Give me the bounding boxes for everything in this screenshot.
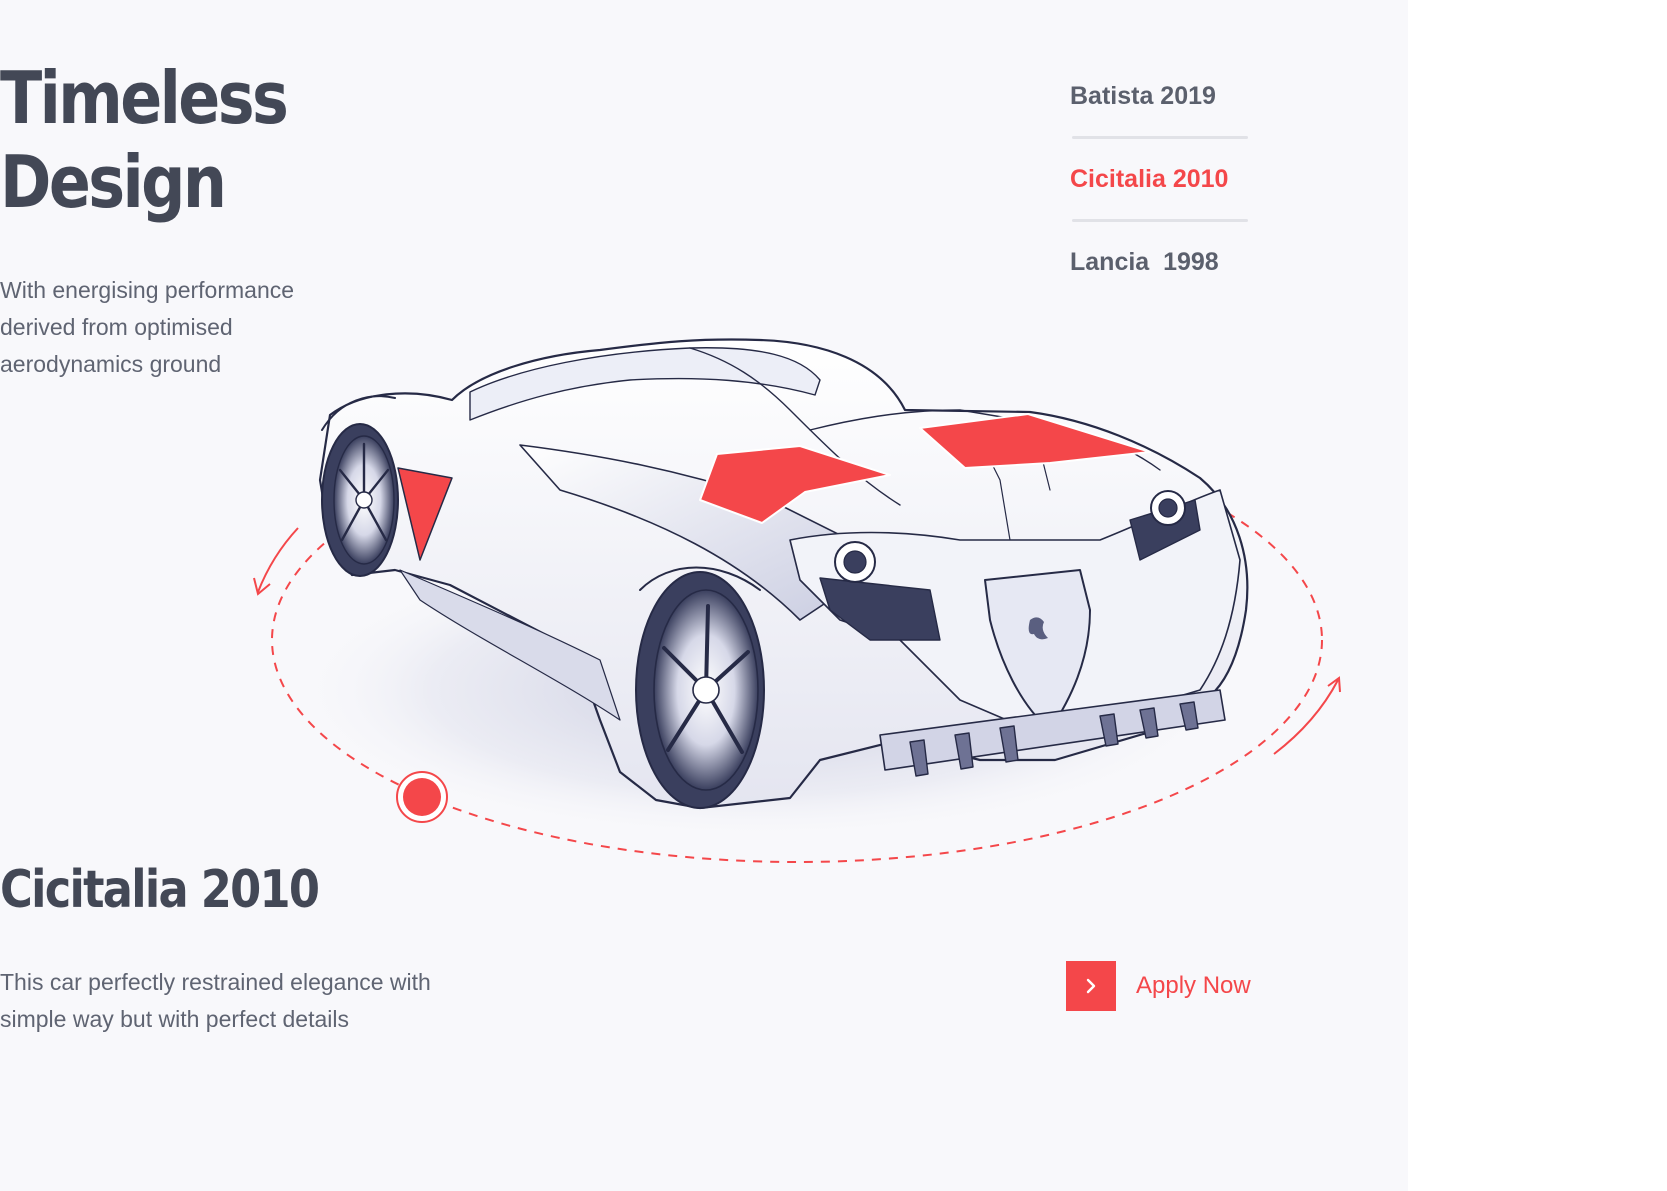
model-option-cicitalia-2010[interactable]: Cicitalia 2010 — [1070, 139, 1248, 219]
showcase-panel: Timeless Design With energising performa… — [0, 0, 1408, 1191]
rotate-left-arrow-icon[interactable] — [253, 527, 299, 596]
selected-model-name: Cicitalia 2010 — [0, 860, 320, 920]
chevron-right-icon — [1086, 978, 1096, 994]
orbit-position-marker[interactable] — [396, 771, 448, 823]
model-option-lancia-1998[interactable]: Lancia 1998 — [1070, 222, 1248, 302]
hero-description: With energising performance derived from… — [0, 277, 295, 377]
rotate-right-arrow-icon[interactable] — [1273, 676, 1341, 755]
model-option-batista-2019[interactable]: Batista 2019 — [1070, 56, 1248, 136]
hero-title-line-2: Design — [0, 140, 227, 224]
selected-model-description: This car perfectly restrained elegance w… — [0, 969, 431, 1032]
car-illustration — [318, 338, 1249, 810]
hero-title-line-1: Timeless — [0, 56, 289, 140]
apply-now-label[interactable]: Apply Now — [1136, 972, 1251, 1000]
apply-now-button[interactable] — [1066, 961, 1116, 1011]
model-selector: Batista 2019 Cicitalia 2010 Lancia 1998 — [1070, 56, 1248, 302]
hero-title: Timeless Design — [0, 56, 289, 224]
page: Timeless Design With energising performa… — [0, 0, 1667, 1191]
apply-now-link[interactable]: Apply Now — [1066, 961, 1251, 1011]
